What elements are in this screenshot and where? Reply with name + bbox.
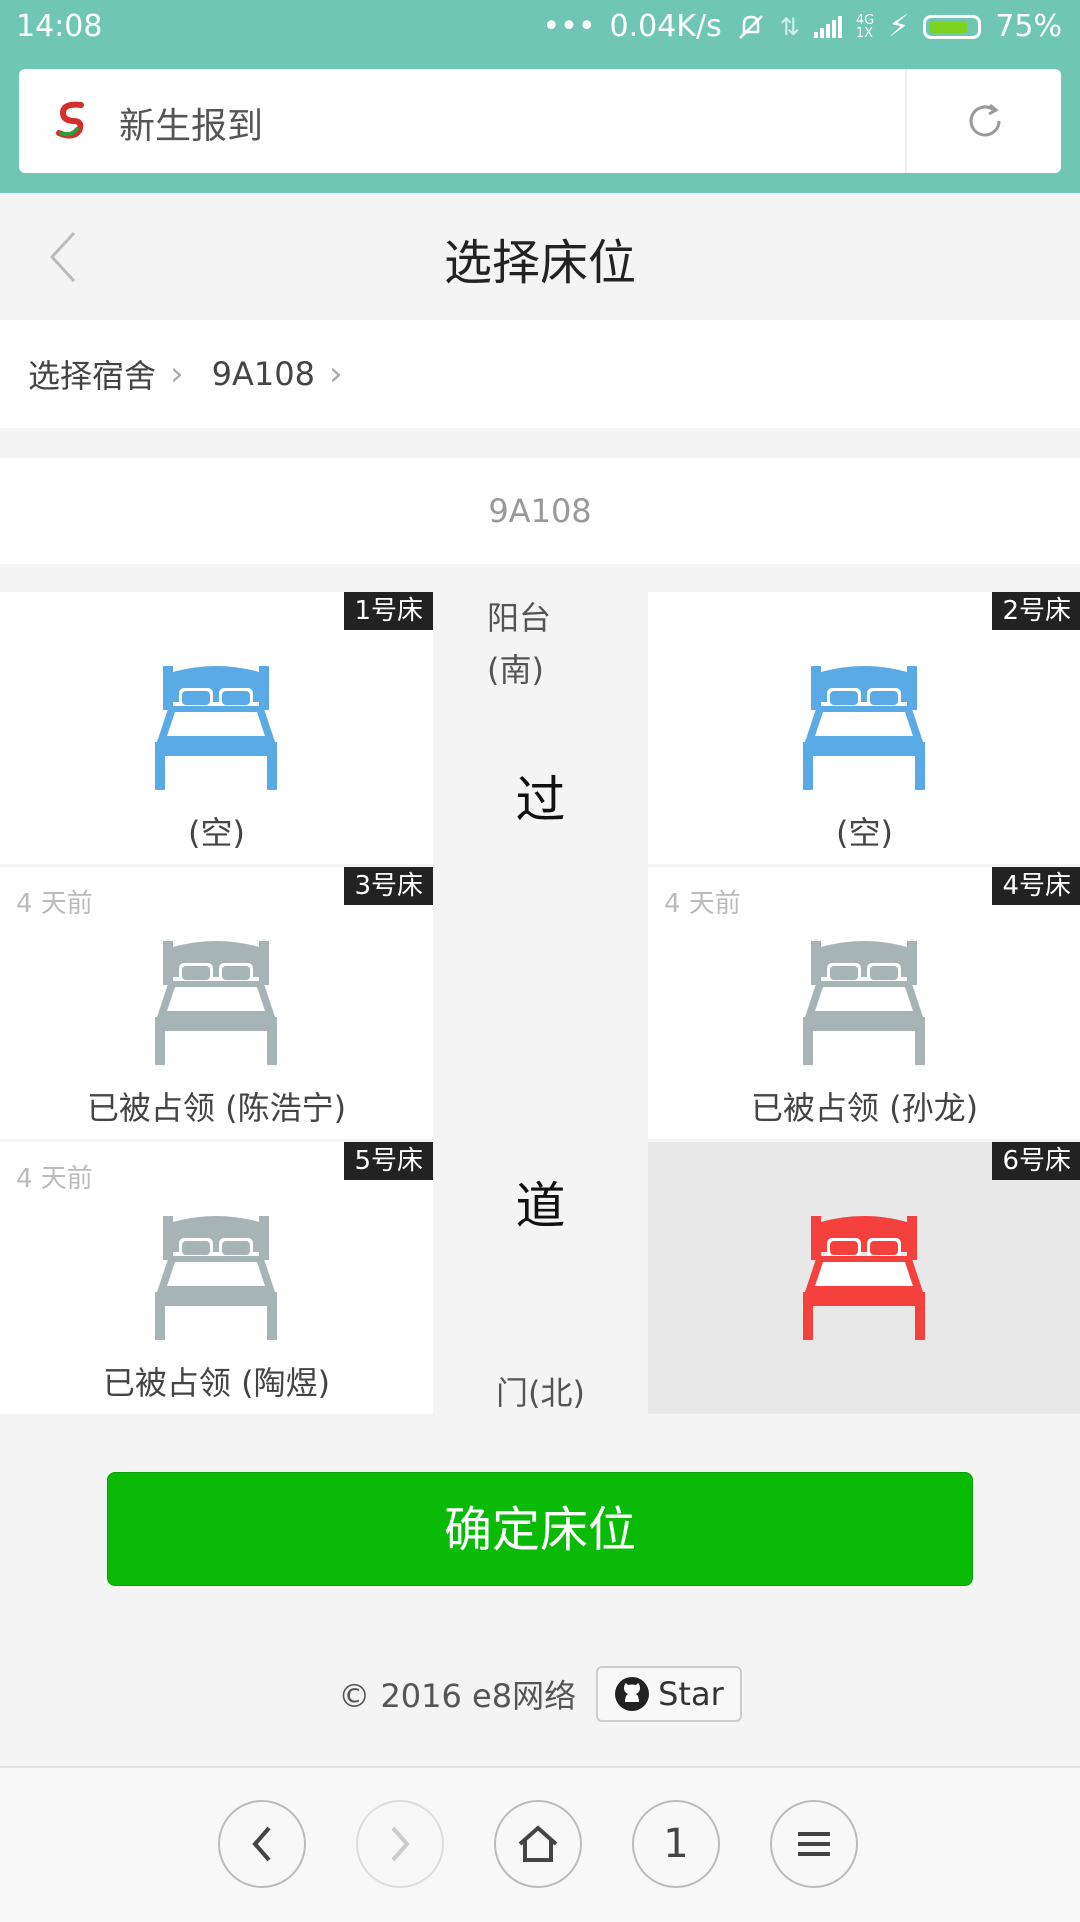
aisle: 阳台 (南) 过 道 门(北) (433, 592, 648, 1414)
chevron-right-icon (391, 1826, 410, 1862)
bed-icon (803, 1216, 925, 1340)
bed-icon (803, 941, 925, 1065)
chevron-right-icon: › (328, 354, 343, 394)
bed-number-badge: 6号床 (992, 1142, 1080, 1180)
bed-cell: 4号床 4 天前已被占领 (孙龙) (648, 867, 1080, 1139)
signal-icon (813, 15, 842, 38)
breadcrumb: 选择宿舍 › 9A108 › (0, 320, 1080, 428)
bed-number-badge: 1号床 (344, 592, 433, 630)
nav-home-button[interactable] (494, 1800, 582, 1888)
github-star-button[interactable]: Star (596, 1666, 742, 1722)
site-logo-icon (56, 101, 84, 139)
breadcrumb-label: 9A108 (211, 355, 315, 393)
bed-cell: 5号床 4 天前已被占领 (陶煜) (0, 1142, 433, 1414)
claimed-time: 4 天前 (664, 889, 741, 919)
copyright-text: © 2016 e8网络 (338, 1677, 577, 1715)
bed-number-badge: 4号床 (992, 867, 1080, 905)
browser-nav-bar: 1 (0, 1766, 1080, 1922)
nav-tabs-button[interactable]: 1 (632, 1800, 720, 1888)
tabs-count: 1 (663, 1821, 689, 1867)
nav-forward-button[interactable] (356, 1800, 444, 1888)
bed-number-badge: 5号床 (344, 1142, 433, 1180)
network-badge-bottom: 1X (855, 25, 874, 41)
bed-cell[interactable]: 2号床 (空) (648, 592, 1080, 864)
page-header: 选择床位 (0, 193, 1080, 318)
room-name: 9A108 (0, 458, 1080, 564)
bed-cell[interactable]: 1号床 (空) (0, 592, 433, 864)
aisle-char-2: 道 (515, 1177, 566, 1235)
status-icons: ••• 0.04K/s ⇅ 4G 1X ⚡ 75% (542, 9, 1062, 44)
bed-icon (155, 941, 277, 1065)
breadcrumb-item-room[interactable]: 9A108 › (184, 354, 343, 394)
bed-icon (155, 1216, 277, 1340)
nav-menu-button[interactable] (770, 1800, 858, 1888)
aisle-char-1: 过 (515, 771, 566, 829)
confirm-bed-button[interactable]: 确定床位 (107, 1472, 973, 1586)
bed-number-badge: 2号床 (992, 592, 1080, 630)
menu-icon (798, 1832, 830, 1856)
page-title: 选择床位 (443, 235, 636, 291)
network-type-icon: 4G 1X (856, 14, 874, 40)
url-bar[interactable]: 新生报到 (19, 69, 1061, 173)
balcony-line1: 阳台 (487, 599, 552, 637)
url-divider (905, 69, 907, 173)
network-speed: 0.04K/s (609, 9, 722, 44)
data-arrows-icon: ⇅ (779, 12, 800, 41)
claimed-time: 4 天前 (16, 889, 93, 919)
breadcrumb-label: 选择宿舍 (28, 357, 157, 395)
chevron-left-icon (252, 1826, 271, 1862)
balcony-label: 阳台 (南) (487, 592, 551, 696)
bed-icon (155, 666, 277, 790)
bed-grid: 阳台 (南) 过 道 门(北) 1号床 (空) 2号床 (空) 3号床 4 天前 已被占领 … (0, 592, 1080, 1414)
balcony-line2: (南) (487, 651, 544, 689)
bed-icon (803, 666, 925, 790)
battery-icon (923, 14, 982, 39)
claimed-time: 4 天前 (16, 1164, 93, 1194)
mute-bell-icon (738, 14, 763, 39)
status-bar: 14:08 ••• 0.04K/s ⇅ 4G 1X ⚡ 75% (0, 0, 1080, 58)
chevron-right-icon: › (170, 354, 184, 394)
star-label: Star (658, 1675, 724, 1713)
reload-icon[interactable] (963, 99, 1007, 143)
bed-cell[interactable]: 6号床 (648, 1142, 1080, 1414)
browser-bar: 新生报到 (0, 58, 1080, 193)
battery-percent: 75% (995, 9, 1062, 44)
more-dots-icon: ••• (542, 9, 596, 44)
bed-number-badge: 3号床 (344, 867, 433, 905)
status-time: 14:08 (16, 9, 103, 44)
url-text: 新生报到 (119, 106, 264, 147)
bed-cell: 3号床 4 天前已被占领 (陈浩宁) (0, 867, 433, 1139)
bed-status: 已被占领 (陈浩宁) (86, 1089, 347, 1127)
bed-status: (空) (188, 814, 245, 852)
nav-back-button[interactable] (218, 1800, 306, 1888)
bed-status: 已被占领 (孙龙) (750, 1089, 979, 1127)
bed-status: (空) (836, 814, 893, 852)
network-badge-top: 4G (855, 12, 875, 28)
door-label: 门(北) (496, 1374, 585, 1412)
breadcrumb-item-dorm[interactable]: 选择宿舍 › (0, 351, 184, 397)
home-icon (518, 1825, 558, 1862)
bed-status: 已被占领 (陶煜) (102, 1364, 331, 1402)
charging-icon: ⚡ (888, 9, 910, 44)
github-icon (615, 1677, 650, 1711)
footer: © 2016 e8网络 Star (0, 1664, 1080, 1724)
